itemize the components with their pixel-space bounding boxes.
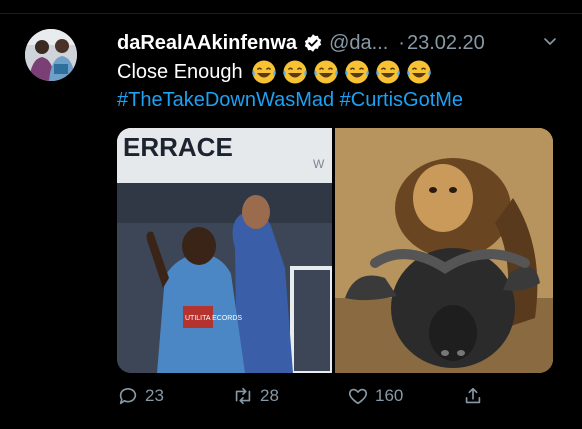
emoji-row <box>251 59 432 85</box>
laughing-tears-emoji-icon <box>344 60 369 84</box>
top-divider <box>0 13 582 14</box>
laughing-tears-emoji-icon <box>406 60 431 84</box>
football-photo-illustration: ERRACE W UTILITA ECORDS <box>117 128 334 373</box>
retweet-icon <box>235 387 251 405</box>
stand-sign-text: ERRACE <box>123 132 233 162</box>
laughing-tears-emoji-icon <box>375 60 400 84</box>
retweet-button[interactable]: 28 <box>232 385 279 407</box>
football-celebration-photo[interactable]: ERRACE W UTILITA ECORDS <box>117 128 334 373</box>
hashtags[interactable]: #TheTakeDownWasMad #CurtisGotMe <box>117 89 463 112</box>
laughing-tears-emoji-icon <box>282 60 307 84</box>
shirt-sponsor-text: UTILITA ECORDS <box>185 315 242 322</box>
avatar-image <box>25 29 77 81</box>
like-count: 160 <box>375 386 404 405</box>
lion-buffalo-illustration <box>335 128 553 373</box>
reply-button[interactable]: 23 <box>117 385 164 407</box>
reply-count: 23 <box>145 386 164 405</box>
lion-buffalo-photo[interactable] <box>335 128 553 373</box>
share-button[interactable] <box>462 385 484 407</box>
verified-badge-icon <box>304 34 322 52</box>
laughing-tears-emoji-icon <box>313 60 338 84</box>
laughing-tears-emoji-icon <box>251 60 276 84</box>
avatar[interactable] <box>25 29 77 81</box>
share-icon <box>465 387 481 404</box>
media-grid: ERRACE W UTILITA ECORDS <box>117 128 553 373</box>
tweet-date[interactable]: 23.02.20 <box>407 32 485 55</box>
like-button[interactable]: 160 <box>347 385 403 407</box>
user-handle[interactable]: @da... <box>329 32 388 55</box>
separator-dot: · <box>398 31 405 54</box>
tweet-text: Close Enough <box>117 59 432 85</box>
display-name[interactable]: daRealAAkinfenwa <box>117 32 297 55</box>
tweet-actions: 23 28 160 <box>117 385 557 411</box>
tweet-header: daRealAAkinfenwa @da... · 23.02.20 <box>117 29 562 57</box>
reply-icon <box>119 387 137 405</box>
tweet-text-line: Close Enough <box>117 60 243 83</box>
heart-icon <box>348 388 368 405</box>
retweet-count: 28 <box>260 386 279 405</box>
stand-sign-text-2: W <box>313 157 325 171</box>
chevron-down-icon[interactable] <box>542 33 558 49</box>
